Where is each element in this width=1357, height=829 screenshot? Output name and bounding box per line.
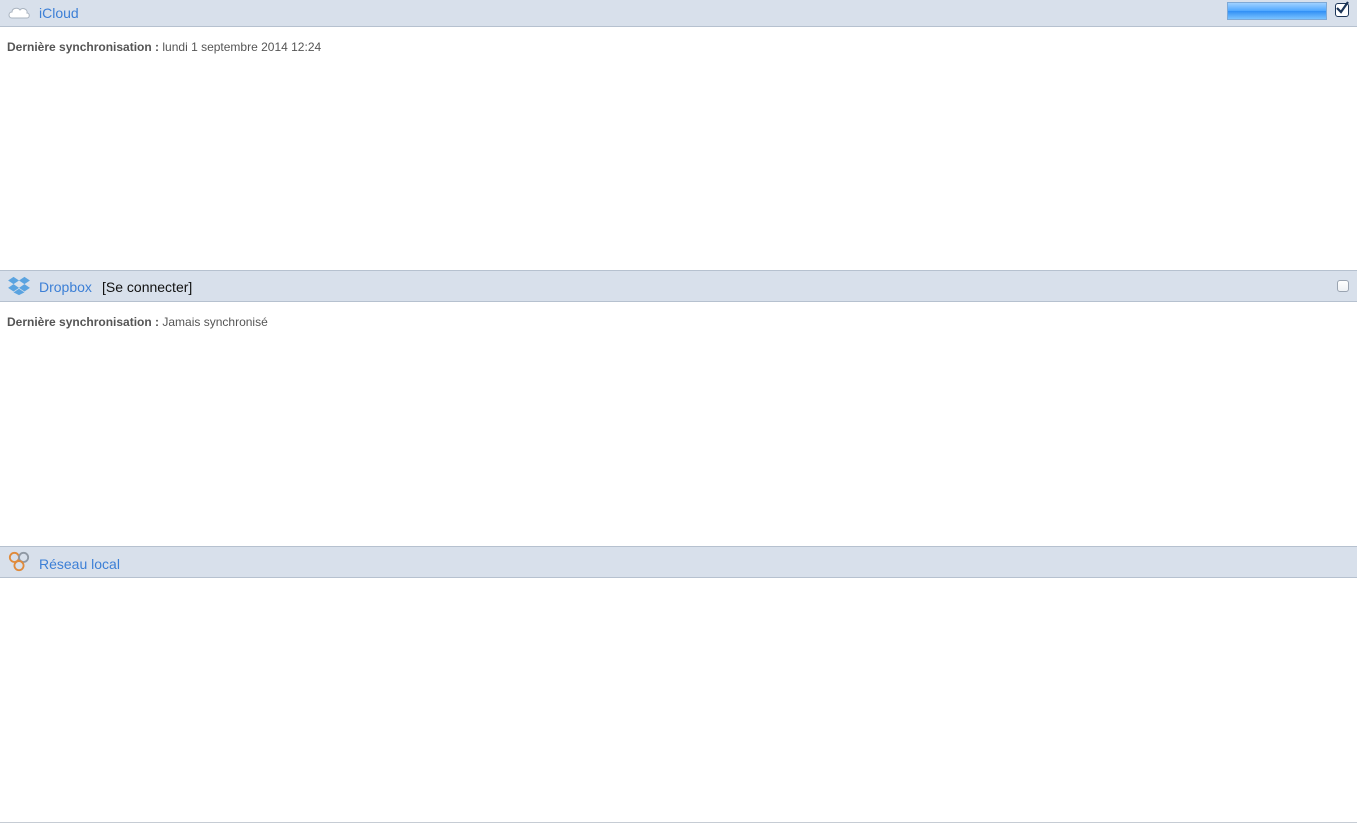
dropbox-connect-link[interactable]: [Se connecter]	[102, 279, 192, 295]
icloud-sync-value: lundi 1 septembre 2014 12:24	[159, 40, 322, 54]
dropbox-title[interactable]: Dropbox	[39, 279, 92, 295]
local-network-icon	[8, 551, 30, 572]
dropbox-sync-value: Jamais synchronisé	[159, 315, 268, 329]
icloud-header: iCloud	[0, 0, 1357, 27]
icloud-progress-bar	[1227, 2, 1327, 20]
dropbox-sync-label: Dernière synchronisation :	[7, 315, 160, 329]
bottom-divider	[0, 822, 1357, 823]
checkmark-icon	[1336, 1, 1349, 14]
icloud-title[interactable]: iCloud	[39, 5, 79, 21]
dropbox-header: Dropbox [Se connecter]	[0, 270, 1357, 302]
dropbox-icon	[8, 276, 30, 296]
icloud-sync-label: Dernière synchronisation :	[7, 40, 160, 54]
icloud-sync-status: Dernière synchronisation : lundi 1 septe…	[7, 40, 321, 54]
local-network-header: Réseau local	[0, 546, 1357, 578]
local-network-title[interactable]: Réseau local	[39, 556, 120, 572]
icloud-enable-checkbox[interactable]	[1335, 1, 1349, 17]
cloud-icon	[8, 7, 30, 19]
dropbox-enable-checkbox[interactable]	[1337, 280, 1349, 292]
icloud-progress-fill	[1228, 3, 1326, 19]
dropbox-sync-status: Dernière synchronisation : Jamais synchr…	[7, 315, 268, 329]
